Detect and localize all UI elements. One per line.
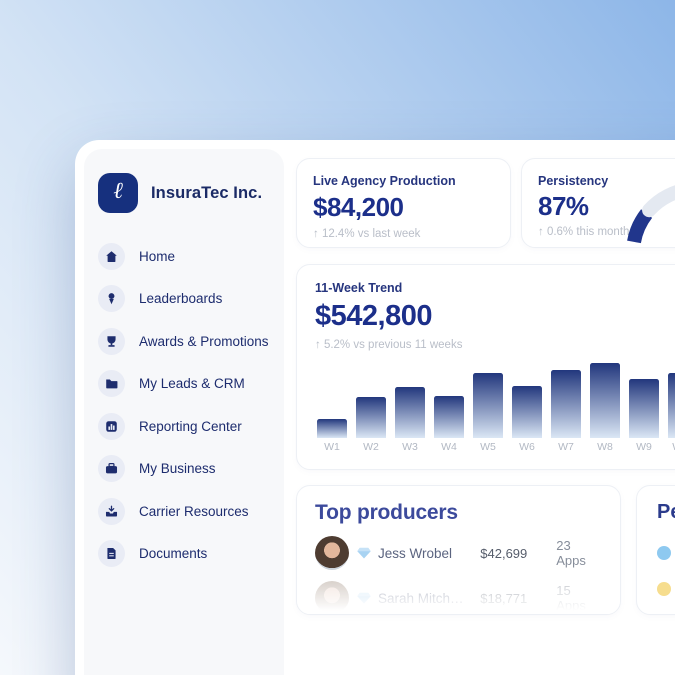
app-screen: ℓ InsuraTec Inc. Home Leaderboards bbox=[0, 0, 675, 675]
sidebar-item-label: Leaderboards bbox=[139, 291, 222, 306]
sidebar-item-reporting[interactable]: Reporting Center bbox=[84, 405, 284, 448]
trend-bar-label: W4 bbox=[434, 441, 464, 453]
producer-name: Sarah Mitch… bbox=[378, 591, 480, 606]
legend-item bbox=[657, 546, 675, 560]
sidebar-item-documents[interactable]: Documents bbox=[84, 533, 284, 576]
top-producers-title: Top producers bbox=[315, 501, 602, 525]
trend-bar bbox=[512, 386, 542, 438]
gem-icon bbox=[357, 547, 371, 559]
sidebar-item-label: My Business bbox=[139, 461, 216, 476]
report-chart-icon bbox=[98, 413, 125, 440]
card-11-week-trend: 11-Week Trend $542,800 ↑ 5.2% vs previou… bbox=[296, 264, 675, 470]
trend-bar bbox=[668, 373, 675, 438]
briefcase-icon bbox=[98, 455, 125, 482]
producer-apps: 23 Apps bbox=[556, 538, 602, 568]
trend-bar bbox=[473, 373, 503, 438]
card-top-producers: Top producers Jess Wrobel $42,699 23 App… bbox=[296, 485, 621, 615]
legend-item bbox=[657, 582, 675, 596]
folder-icon bbox=[98, 370, 125, 397]
card-persistency: Persistency 87% ↑ 0.6% this month bbox=[521, 158, 675, 248]
sidebar-item-label: Awards & Promotions bbox=[139, 334, 269, 349]
home-icon bbox=[98, 243, 125, 270]
trend-bar-label: W6 bbox=[512, 441, 542, 453]
sidebar-nav: Home Leaderboards Awards & Promotions bbox=[84, 235, 284, 575]
trend-bar bbox=[395, 387, 425, 438]
card-live-agency-production: Live Agency Production $84,200 ↑ 12.4% v… bbox=[296, 158, 511, 248]
sidebar-item-label: Reporting Center bbox=[139, 419, 242, 434]
stat-value: $84,200 bbox=[313, 192, 494, 223]
trend-bar-label: W8 bbox=[590, 441, 620, 453]
dashboard-panel: ℓ InsuraTec Inc. Home Leaderboards bbox=[75, 140, 675, 675]
trend-bar-label: W9 bbox=[629, 441, 659, 453]
sidebar-item-leads[interactable]: My Leads & CRM bbox=[84, 363, 284, 406]
producer-name: Jess Wrobel bbox=[378, 546, 480, 561]
right-card-title: Pe bbox=[657, 501, 675, 524]
trend-bars: W1 W2 W3 W4 W5 W6 W7 W8 W9 W10 bbox=[297, 265, 675, 470]
trend-bar-label: W2 bbox=[356, 441, 386, 453]
brand-logo-icon: ℓ bbox=[98, 173, 138, 213]
brand: ℓ InsuraTec Inc. bbox=[84, 149, 284, 213]
legend-dot-yellow-icon bbox=[657, 582, 671, 596]
sidebar-item-label: My Leads & CRM bbox=[139, 376, 245, 391]
producer-amount: $18,771 bbox=[480, 591, 556, 606]
sidebar-item-carrier[interactable]: Carrier Resources bbox=[84, 490, 284, 533]
trend-bar bbox=[356, 397, 386, 438]
trend-bar bbox=[317, 419, 347, 438]
medal-icon bbox=[98, 285, 125, 312]
sidebar-item-label: Home bbox=[139, 249, 175, 264]
avatar bbox=[315, 581, 349, 615]
trophy-icon bbox=[98, 328, 125, 355]
producer-row: Jess Wrobel $42,699 23 Apps bbox=[315, 536, 602, 570]
trend-bar bbox=[551, 370, 581, 438]
card-right-partial: Pe bbox=[636, 485, 675, 615]
trend-bar-label: W7 bbox=[551, 441, 581, 453]
sidebar-item-label: Carrier Resources bbox=[139, 504, 249, 519]
sidebar: ℓ InsuraTec Inc. Home Leaderboards bbox=[84, 149, 284, 675]
gem-icon bbox=[357, 592, 371, 604]
trend-bar bbox=[434, 396, 464, 438]
logo-glyph: ℓ bbox=[113, 180, 123, 206]
sidebar-item-leaderboards[interactable]: Leaderboards bbox=[84, 278, 284, 321]
trend-bar-label: W10 bbox=[668, 441, 675, 453]
sidebar-item-home[interactable]: Home bbox=[84, 235, 284, 278]
legend-dot-blue-icon bbox=[657, 546, 671, 560]
stat-delta: ↑ 12.4% vs last week bbox=[313, 228, 494, 240]
sidebar-item-business[interactable]: My Business bbox=[84, 448, 284, 491]
inbox-icon bbox=[98, 498, 125, 525]
trend-bar bbox=[629, 379, 659, 438]
stat-label: Live Agency Production bbox=[313, 174, 494, 188]
brand-name: InsuraTec Inc. bbox=[151, 184, 262, 203]
sidebar-item-awards[interactable]: Awards & Promotions bbox=[84, 320, 284, 363]
sidebar-item-label: Documents bbox=[139, 546, 207, 561]
avatar bbox=[315, 536, 349, 570]
trend-bar bbox=[590, 363, 620, 438]
trend-bar-label: W3 bbox=[395, 441, 425, 453]
persistency-gauge-icon bbox=[597, 161, 675, 248]
trend-bar-label: W1 bbox=[317, 441, 347, 453]
producer-apps: 15 Apps bbox=[556, 583, 602, 613]
trend-bar-label: W5 bbox=[473, 441, 503, 453]
producer-row: Sarah Mitch… $18,771 15 Apps bbox=[315, 581, 602, 615]
document-icon bbox=[98, 540, 125, 567]
producer-amount: $42,699 bbox=[480, 546, 556, 561]
